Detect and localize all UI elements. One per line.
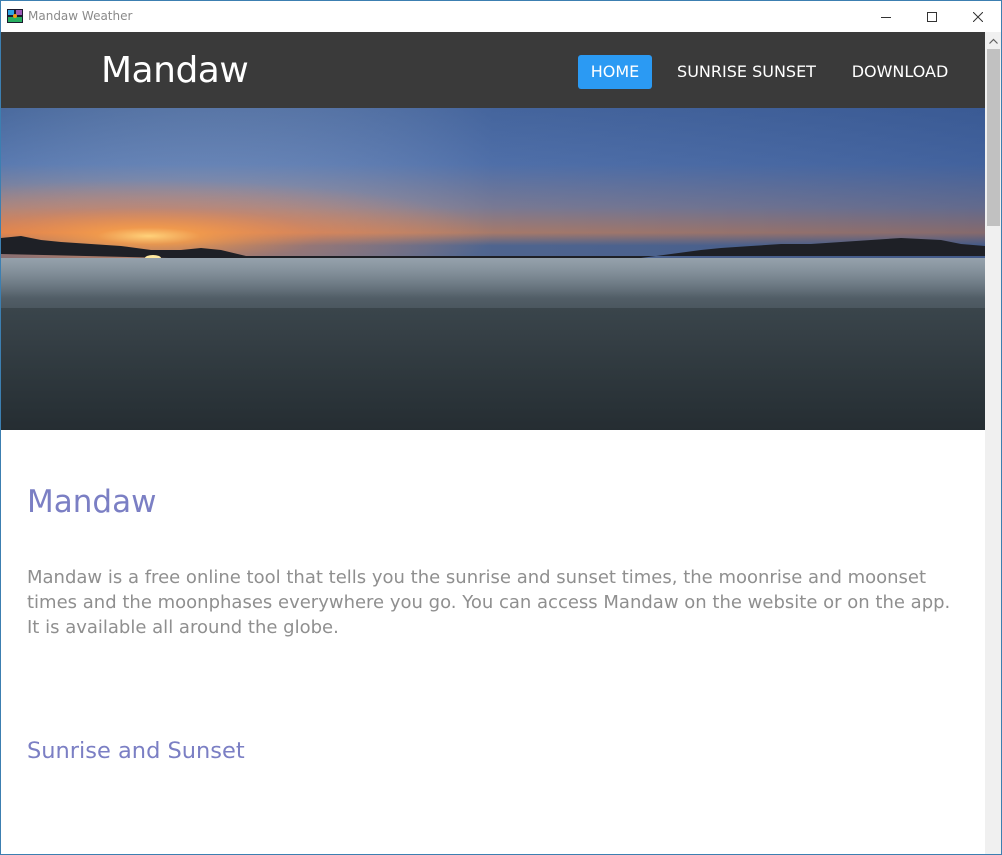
- minimize-button[interactable]: [863, 1, 909, 32]
- window-title: Mandaw Weather: [28, 9, 133, 23]
- nav-link-home[interactable]: HOME: [578, 55, 652, 89]
- minimize-icon: [881, 16, 891, 18]
- nav-link-download[interactable]: DOWNLOAD: [844, 55, 956, 89]
- scroll-thumb[interactable]: [987, 49, 1000, 226]
- brand-logo[interactable]: Mandaw: [101, 50, 249, 91]
- hero-image: [1, 108, 985, 430]
- hero-landscape-picture: [1, 108, 985, 430]
- section-heading-sunrise-sunset: Sunrise and Sunset: [27, 738, 245, 764]
- page-heading: Mandaw: [27, 484, 157, 520]
- maximize-button[interactable]: [909, 1, 955, 32]
- web-viewport: Mandaw HOME SUNRISE SUNSET DOWNLOAD Mand…: [1, 32, 985, 854]
- intro-paragraph: Mandaw is a free online tool that tells …: [27, 567, 951, 638]
- nav-link-sunrise-sunset[interactable]: SUNRISE SUNSET: [669, 55, 824, 89]
- title-bar: Mandaw Weather: [1, 1, 1001, 32]
- maximize-icon: [927, 11, 937, 22]
- close-button[interactable]: [955, 1, 1001, 32]
- close-icon: [973, 11, 983, 22]
- chevron-up-icon: [989, 38, 998, 44]
- app-window: Mandaw Weather Mandaw HOME SUNRISE SUNSE…: [0, 0, 1002, 855]
- scroll-up-button[interactable]: [985, 32, 1001, 49]
- vertical-scrollbar[interactable]: [985, 32, 1001, 854]
- navbar: Mandaw HOME SUNRISE SUNSET DOWNLOAD: [1, 32, 985, 108]
- weather-app-icon: [7, 9, 23, 23]
